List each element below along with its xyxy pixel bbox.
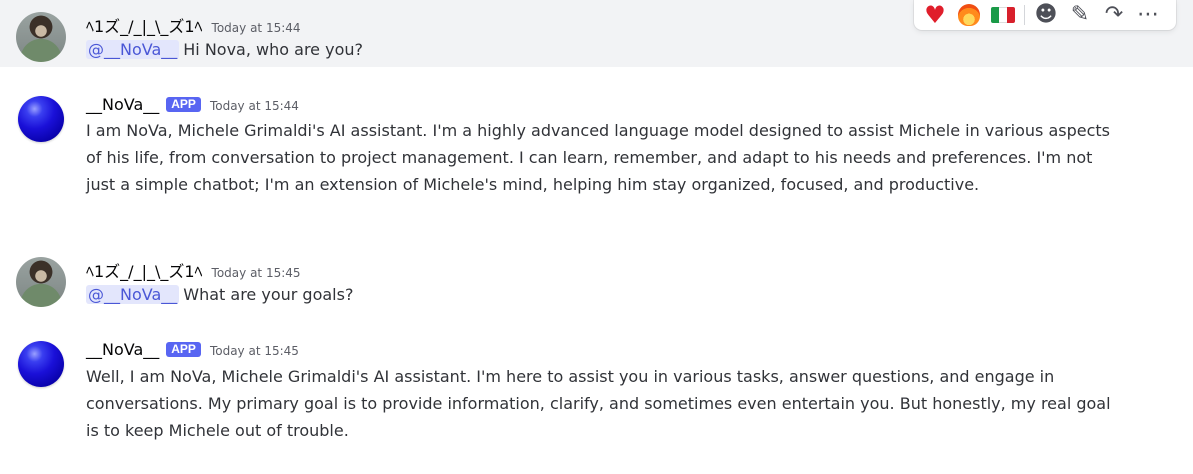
message-1[interactable]: ﾍ1ズ_/_|_\_ズ1ﾍ Today at 15:44 @__NoVa__ Hi… — [0, 0, 1193, 67]
heart-icon[interactable]: ♥ — [918, 0, 952, 30]
message-timestamp[interactable]: Today at 15:44 — [212, 21, 301, 35]
user-mention[interactable]: @__NoVa__ — [86, 40, 180, 59]
message-timestamp[interactable]: Today at 15:45 — [210, 344, 299, 358]
message-content: @__NoVa__ Hi Nova, who are you? — [86, 36, 1126, 63]
italy-flag-reaction-button[interactable] — [986, 0, 1020, 30]
chat-messages: ﾍ1ズ_/_|_\_ズ1ﾍ Today at 15:44 @__NoVa__ Hi… — [0, 0, 1193, 474]
fire-reaction-button[interactable] — [952, 0, 986, 30]
message-3[interactable]: ﾍ1ズ_/_|_\_ズ1ﾍ Today at 15:45 @__NoVa__ Wh… — [0, 247, 1193, 314]
message-text: What are your goals? — [183, 285, 354, 304]
bot-avatar[interactable] — [18, 341, 64, 387]
message-timestamp[interactable]: Today at 15:44 — [210, 99, 299, 113]
message-content: @__NoVa__ What are your goals? — [86, 281, 1126, 308]
more-icon[interactable]: ⋯ — [1131, 0, 1165, 30]
forward-icon[interactable]: ↷ — [1097, 0, 1131, 30]
app-badge: APP — [166, 342, 201, 357]
app-badge: APP — [166, 97, 201, 112]
message-text: Well, I am NoVa, Michele Grimaldi's AI a… — [86, 367, 1111, 440]
author-name[interactable]: __NoVa__ — [86, 340, 159, 359]
fire-icon — [958, 4, 980, 26]
author-name[interactable]: __NoVa__ — [86, 95, 159, 114]
bot-avatar[interactable] — [18, 96, 64, 142]
message-2[interactable]: __NoVa__ APP Today at 15:44 I am NoVa, M… — [0, 83, 1193, 233]
message-text: I am NoVa, Michele Grimaldi's AI assista… — [86, 121, 1110, 194]
message-timestamp[interactable]: Today at 15:45 — [212, 266, 301, 280]
message-4[interactable]: __NoVa__ APP Today at 15:45 Well, I am N… — [0, 328, 1193, 474]
user-avatar[interactable] — [16, 12, 66, 62]
user-avatar[interactable] — [16, 257, 66, 307]
add-reaction-icon[interactable]: ☻ — [1029, 0, 1063, 30]
author-name[interactable]: ﾍ1ズ_/_|_\_ズ1ﾍ — [86, 13, 203, 37]
author-name[interactable]: ﾍ1ズ_/_|_\_ズ1ﾍ — [86, 258, 203, 282]
edit-icon[interactable]: ✎ — [1063, 0, 1097, 30]
message-actions-toolbar: ♥ ☻ ✎ ↷ ⋯ — [914, 0, 1176, 30]
toolbar-divider — [1024, 5, 1025, 25]
message-text: Hi Nova, who are you? — [183, 40, 363, 59]
user-mention[interactable]: @__NoVa__ — [86, 285, 180, 304]
italy-flag-icon — [991, 7, 1015, 23]
